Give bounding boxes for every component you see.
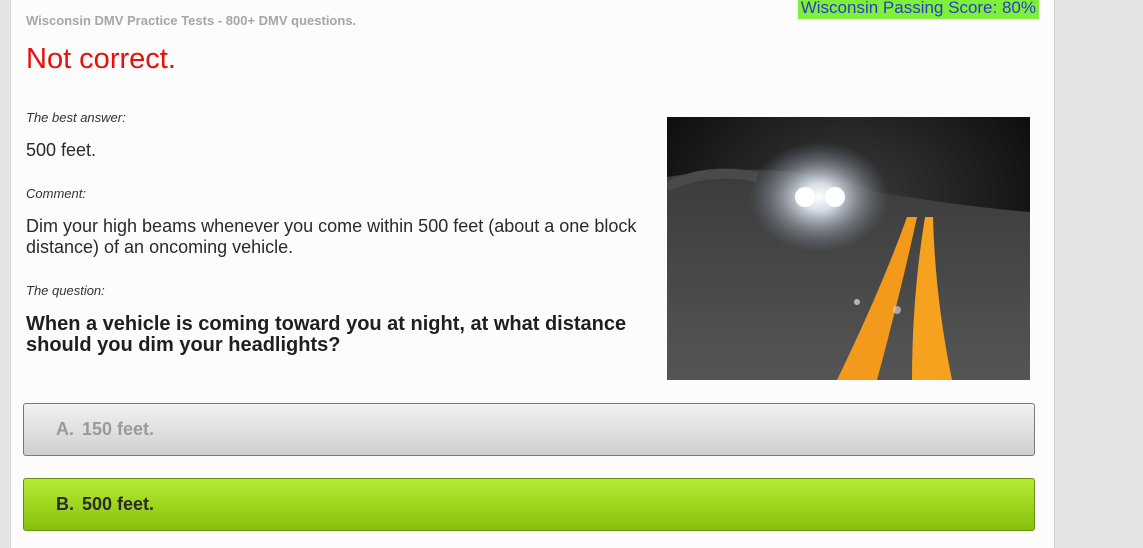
answer-letter: B. bbox=[56, 494, 74, 514]
comment-label: Comment: bbox=[26, 186, 86, 201]
left-headlight bbox=[795, 187, 815, 207]
question-label: The question: bbox=[26, 283, 105, 298]
answer-text: 500 feet. bbox=[82, 494, 155, 514]
best-answer-value: 500 feet. bbox=[26, 140, 97, 160]
comment-text: Dim your high beams whenever you come wi… bbox=[26, 216, 637, 257]
answer-letter: A. bbox=[56, 419, 74, 439]
passing-score-badge: Wisconsin Passing Score: 80% bbox=[797, 0, 1039, 19]
answer-text: 150 feet. bbox=[82, 419, 155, 439]
answer-option-a[interactable]: A. 150 feet. bbox=[23, 403, 1035, 456]
question-text: When a vehicle is coming toward you at n… bbox=[26, 313, 627, 356]
quiz-page: Wisconsin DMV Practice Tests - 800+ DMV … bbox=[10, 0, 1055, 548]
best-answer-label: The best answer: bbox=[26, 110, 126, 125]
site-title: Wisconsin DMV Practice Tests - 800+ DMV … bbox=[26, 13, 357, 28]
headlight-glow bbox=[749, 142, 889, 252]
night-road-headlights-image bbox=[667, 117, 1030, 380]
right-headlight bbox=[825, 187, 845, 207]
answer-option-b[interactable]: B. 500 feet. bbox=[23, 478, 1035, 531]
result-status: Not correct. bbox=[26, 43, 176, 75]
